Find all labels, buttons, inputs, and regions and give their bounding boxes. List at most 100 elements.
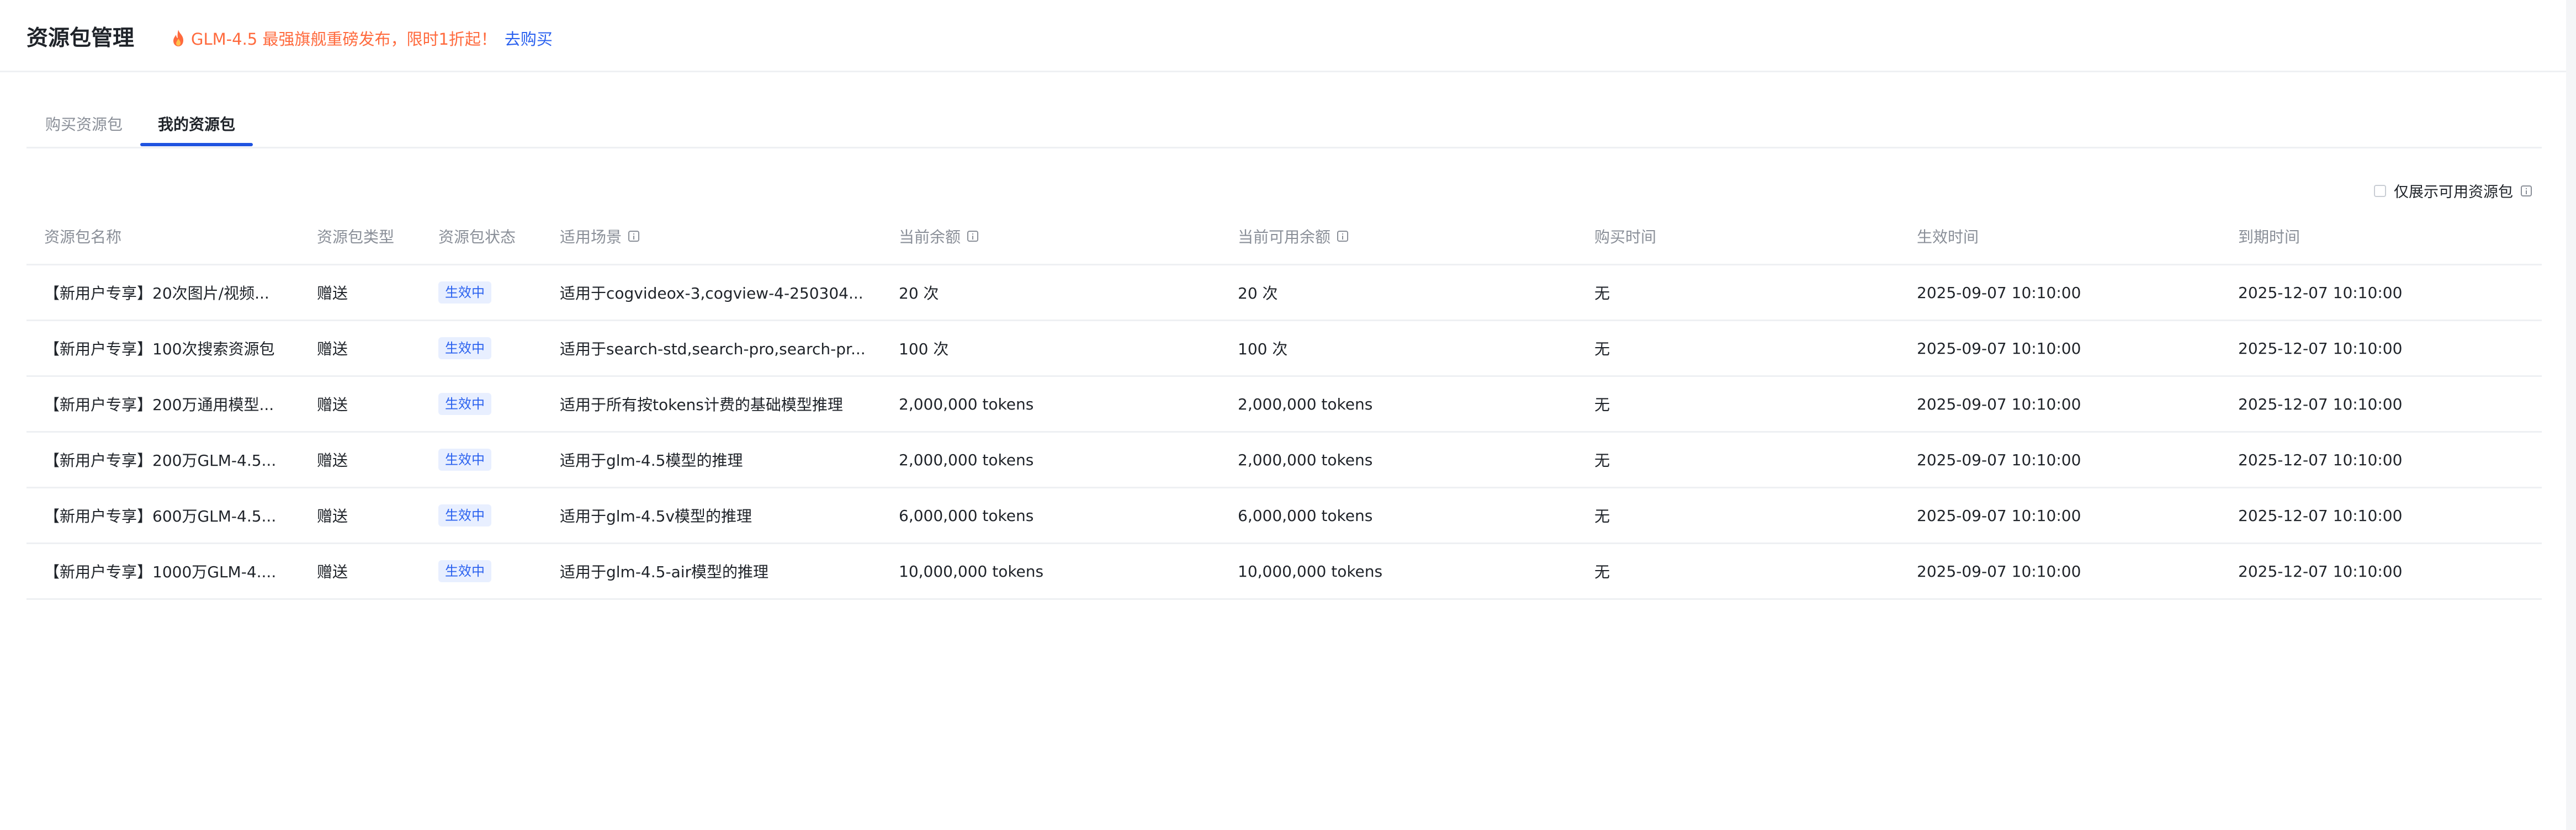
balance-cell: 100 次	[899, 340, 949, 358]
available-only-checkbox[interactable]	[2374, 184, 2386, 197]
package-name: 【新用户专享】200万GLM-4.5...	[44, 451, 277, 470]
effective-time-cell: 2025-09-07 10:10:00	[1917, 395, 2081, 413]
effective-time-cell: 2025-09-07 10:10:00	[1917, 283, 2081, 302]
fire-icon	[173, 30, 183, 46]
info-icon[interactable]	[1337, 231, 1349, 242]
column-header-balance-label: 当前余额	[899, 228, 961, 246]
package-status-cell: 生效中	[438, 433, 538, 487]
package-scene: 适用于所有按tokens计费的基础模型推理	[560, 396, 843, 414]
package-status-cell: 生效中	[438, 265, 538, 320]
expire-time-cell: 2025-12-07 10:10:00	[2238, 450, 2403, 469]
package-type-cell: 赠送	[317, 451, 348, 470]
available-only-filter[interactable]: 仅展示可用资源包	[2374, 180, 2532, 201]
tab-bar: 购买资源包 我的资源包	[26, 103, 2542, 148]
package-type-cell: 赠送	[317, 396, 348, 414]
package-type-cell: 赠送	[317, 507, 348, 525]
package-scene: 适用于cogvideox-3,cogview-4-250304...	[560, 284, 863, 302]
package-name-cell: 【新用户专享】200万通用模型...	[44, 377, 287, 431]
package-scene-cell: 适用于cogvideox-3,cogview-4-250304...	[560, 265, 891, 320]
package-scene-cell: 适用于glm-4.5模型的推理	[560, 433, 891, 487]
column-header-effective-time: 生效时间	[1917, 228, 1979, 246]
available-balance-cell: 2,000,000 tokens	[1238, 395, 1373, 413]
table-row[interactable]: 【新用户专享】600万GLM-4.5... 赠送 生效中 适用于glm-4.5v…	[26, 487, 2542, 542]
package-name-cell: 【新用户专享】600万GLM-4.5...	[44, 488, 287, 542]
package-type-cell: 赠送	[317, 563, 348, 581]
package-type-cell: 赠送	[317, 284, 348, 302]
status-badge: 生效中	[438, 560, 491, 582]
available-only-label: 仅展示可用资源包	[2394, 184, 2513, 201]
page-title: 资源包管理	[26, 26, 135, 51]
column-header-status: 资源包状态	[438, 228, 516, 246]
expire-time-cell: 2025-12-07 10:10:00	[2238, 283, 2403, 302]
promo-banner: GLM-4.5 最强旗舰重磅发布，限时1折起！ 去购买	[171, 26, 553, 50]
resource-package-panel: 资源包管理 GLM-4.5 最强旗舰重磅发布，限时1折起！ 去购买 购买资源包 …	[0, 0, 2566, 830]
package-name-cell: 【新用户专享】100次搜索资源包	[44, 321, 287, 375]
column-header-available-label: 当前可用余额	[1238, 228, 1331, 246]
info-icon[interactable]	[967, 231, 979, 242]
expire-time-cell: 2025-12-07 10:10:00	[2238, 339, 2403, 358]
purchase-time-cell: 无	[1594, 396, 1610, 414]
table-row[interactable]: 【新用户专享】100次搜索资源包 赠送 生效中 适用于search-std,se…	[26, 320, 2542, 375]
package-name: 【新用户专享】600万GLM-4.5...	[44, 507, 277, 525]
package-status-cell: 生效中	[438, 544, 538, 598]
balance-cell: 10,000,000 tokens	[899, 562, 1044, 581]
package-status-cell: 生效中	[438, 377, 538, 431]
table-row[interactable]: 【新用户专享】20次图片/视频... 赠送 生效中 适用于cogvideox-3…	[26, 264, 2542, 320]
table-row[interactable]: 【新用户专享】1000万GLM-4.... 赠送 生效中 适用于glm-4.5-…	[26, 542, 2542, 600]
promo-text: GLM-4.5 最强旗舰重磅发布，限时1折起！	[191, 30, 497, 49]
info-icon[interactable]	[2521, 185, 2532, 196]
column-header-expire-time: 到期时间	[2238, 228, 2301, 246]
info-icon[interactable]	[628, 231, 640, 242]
balance-cell: 2,000,000 tokens	[899, 395, 1034, 413]
available-balance-cell: 20 次	[1238, 284, 1278, 302]
status-badge: 生效中	[438, 281, 491, 304]
package-name: 【新用户专享】1000万GLM-4....	[44, 563, 277, 581]
package-name-cell: 【新用户专享】1000万GLM-4....	[44, 544, 287, 598]
available-balance-cell: 100 次	[1238, 340, 1288, 358]
effective-time-cell: 2025-09-07 10:10:00	[1917, 506, 2081, 525]
purchase-time-cell: 无	[1594, 563, 1610, 581]
tab-buy-packages[interactable]: 购买资源包	[45, 113, 123, 135]
package-status-cell: 生效中	[438, 488, 538, 542]
table-header: 资源包名称 资源包类型 资源包状态 适用场景 当前余额 当前可用余额 购买时间 …	[26, 209, 2542, 264]
status-badge: 生效中	[438, 393, 491, 415]
purchase-time-cell: 无	[1594, 451, 1610, 470]
package-scene: 适用于glm-4.5v模型的推理	[560, 507, 752, 525]
column-header-type: 资源包类型	[317, 228, 395, 246]
active-tab-indicator	[140, 143, 253, 146]
expire-time-cell: 2025-12-07 10:10:00	[2238, 395, 2403, 413]
available-balance-cell: 2,000,000 tokens	[1238, 450, 1373, 469]
page-header: 资源包管理 GLM-4.5 最强旗舰重磅发布，限时1折起！ 去购买	[0, 0, 2566, 72]
table-row[interactable]: 【新用户专享】200万通用模型... 赠送 生效中 适用于所有按tokens计费…	[26, 375, 2542, 431]
balance-cell: 2,000,000 tokens	[899, 450, 1034, 469]
package-name: 【新用户专享】100次搜索资源包	[44, 340, 275, 358]
package-scene: 适用于glm-4.5模型的推理	[560, 451, 743, 470]
purchase-time-cell: 无	[1594, 340, 1610, 358]
balance-cell: 6,000,000 tokens	[899, 506, 1034, 525]
available-balance-cell: 10,000,000 tokens	[1238, 562, 1383, 581]
purchase-time-cell: 无	[1594, 507, 1610, 525]
package-scene-cell: 适用于search-std,search-pro,search-pr...	[560, 321, 891, 375]
package-scene: 适用于search-std,search-pro,search-pr...	[560, 340, 866, 358]
package-name-cell: 【新用户专享】200万GLM-4.5...	[44, 433, 287, 487]
effective-time-cell: 2025-09-07 10:10:00	[1917, 450, 2081, 469]
column-header-scene-label: 适用场景	[560, 228, 622, 246]
package-name: 【新用户专享】200万通用模型...	[44, 396, 274, 414]
status-badge: 生效中	[438, 504, 491, 526]
expire-time-cell: 2025-12-07 10:10:00	[2238, 562, 2403, 581]
column-header-available: 当前可用余额	[1238, 209, 1569, 264]
column-header-purchase-time: 购买时间	[1594, 228, 1657, 246]
status-badge: 生效中	[438, 449, 491, 471]
packages-table: 资源包名称 资源包类型 资源包状态 适用场景 当前余额 当前可用余额 购买时间 …	[26, 209, 2542, 600]
available-balance-cell: 6,000,000 tokens	[1238, 506, 1373, 525]
purchase-time-cell: 无	[1594, 284, 1610, 302]
package-type-cell: 赠送	[317, 340, 348, 358]
package-scene-cell: 适用于glm-4.5-air模型的推理	[560, 544, 891, 598]
status-badge: 生效中	[438, 337, 491, 359]
column-header-scene: 适用场景	[560, 209, 891, 264]
buy-now-link[interactable]: 去购买	[505, 26, 553, 50]
balance-cell: 20 次	[899, 284, 939, 302]
table-row[interactable]: 【新用户专享】200万GLM-4.5... 赠送 生效中 适用于glm-4.5模…	[26, 431, 2542, 487]
column-header-name: 资源包名称	[44, 228, 122, 246]
tab-my-packages[interactable]: 我的资源包	[158, 113, 235, 135]
